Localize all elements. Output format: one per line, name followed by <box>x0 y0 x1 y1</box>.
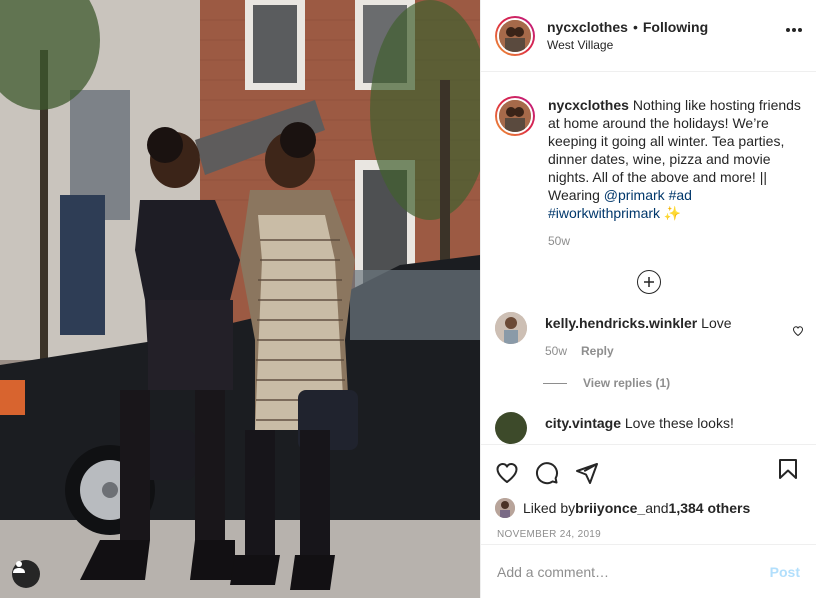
liker-username[interactable]: briiyonce_ <box>575 500 645 516</box>
hashtag-link[interactable]: #ad <box>669 187 692 203</box>
likes-middle: and <box>645 500 669 516</box>
comments-section[interactable]: nycxclothes Nothing like hosting friends… <box>481 72 816 444</box>
comment-time: 50w <box>545 344 568 358</box>
plus-glyph <box>643 277 654 287</box>
bookmark-icon[interactable] <box>776 457 800 481</box>
photo-image <box>0 0 480 598</box>
commenter-username[interactable]: kelly.hendricks.winkler <box>545 315 697 331</box>
user-tag-icon <box>13 561 25 573</box>
likes-summary: Liked by briiyonce_ and 1,384 others <box>481 498 816 518</box>
comment-like-icon[interactable] <box>792 324 804 340</box>
post-photo[interactable] <box>0 0 480 598</box>
commenter-avatar[interactable] <box>495 312 527 344</box>
comment-item: city.vintage Love these looks! <box>481 412 816 444</box>
heart-glyph <box>792 326 804 337</box>
avatar-image <box>499 100 531 132</box>
view-replies-button[interactable]: View replies (1) <box>543 376 816 390</box>
comment-input[interactable] <box>497 563 770 580</box>
instagram-post: nycxclothes • Following West Village nyc… <box>0 0 816 598</box>
liker-avatar[interactable] <box>495 498 515 518</box>
avatar-image <box>495 312 527 344</box>
post-comment-button[interactable]: Post <box>770 564 800 580</box>
avatar-image <box>499 19 531 52</box>
share-icon[interactable] <box>575 461 599 485</box>
comment-item: kelly.hendricks.winkler Love 50w Reply <box>481 312 816 358</box>
post-location[interactable]: West Village <box>547 38 708 52</box>
likes-count[interactable]: 1,384 others <box>669 500 751 516</box>
caption-time: 50w <box>548 234 571 248</box>
more-options-icon[interactable] <box>786 28 802 32</box>
heart-icon[interactable] <box>495 461 519 485</box>
commenter-avatar[interactable] <box>495 412 527 444</box>
post-side-panel: nycxclothes • Following West Village nyc… <box>480 0 816 598</box>
replies-divider <box>543 382 567 384</box>
comment-icon[interactable] <box>535 461 559 485</box>
post-date: NOVEMBER 24, 2019 <box>497 529 602 540</box>
add-comment-bar: Post <box>481 544 816 598</box>
caption-text: nycxclothes Nothing like hosting friends… <box>548 96 802 222</box>
post-caption: nycxclothes Nothing like hosting friends… <box>481 72 816 248</box>
author-avatar[interactable] <box>495 15 535 56</box>
likes-prefix: Liked by <box>523 500 576 516</box>
hashtag-link[interactable]: #iworkwithprimark <box>548 205 660 221</box>
view-replies-label: View replies (1) <box>583 376 671 390</box>
avatar-image <box>495 498 515 518</box>
reply-button[interactable]: Reply <box>581 344 614 358</box>
action-bar <box>481 444 816 488</box>
sparkles-emoji: ✨ <box>660 205 682 221</box>
caption-avatar[interactable] <box>495 96 535 136</box>
caption-username[interactable]: nycxclothes <box>548 97 629 113</box>
mention-link[interactable]: @primark <box>604 187 665 203</box>
user-tag-button[interactable] <box>12 560 40 588</box>
comment-text: Love <box>697 315 732 331</box>
plus-circle-icon[interactable] <box>636 270 661 294</box>
following-button[interactable]: Following <box>643 19 708 35</box>
author-username[interactable]: nycxclothes <box>547 19 628 35</box>
load-more-comments <box>481 270 816 294</box>
commenter-username[interactable]: city.vintage <box>545 415 621 431</box>
post-header: nycxclothes • Following West Village <box>481 0 816 72</box>
comment-text: Love these looks! <box>621 415 734 431</box>
separator-dot: • <box>632 19 638 35</box>
